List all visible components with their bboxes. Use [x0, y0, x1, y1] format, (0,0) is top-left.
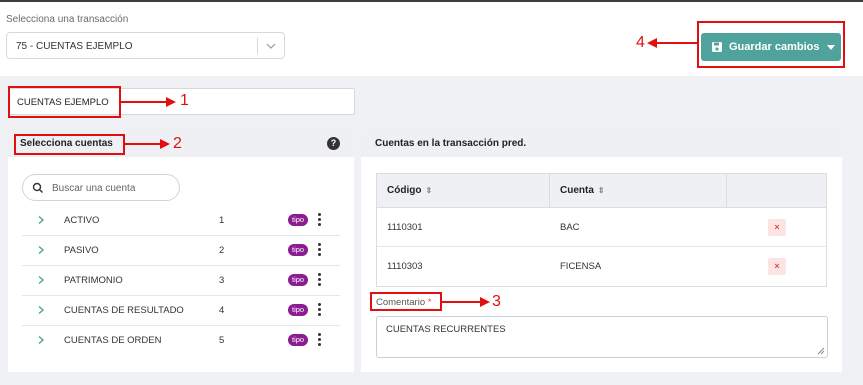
annotation-number-3: 3	[492, 293, 501, 310]
account-number: 3	[219, 275, 225, 286]
transaction-select-label: Selecciona una transacción	[6, 14, 129, 25]
cell-code: 1110301	[387, 222, 423, 233]
account-row[interactable]: ACTIVO 1 tipo	[22, 206, 340, 236]
type-badge[interactable]: tipo	[288, 304, 309, 316]
search-icon	[32, 182, 43, 193]
account-search-input[interactable]: Buscar una cuenta	[22, 174, 180, 201]
accounts-table: Código ⇕ Cuenta ⇕ 1110301 BAC × 1110303 FI…	[376, 173, 827, 287]
account-number: 5	[219, 335, 225, 346]
transaction-select-value: 75 - CUENTAS EJEMPLO	[16, 41, 133, 52]
column-divider	[549, 174, 550, 207]
select-accounts-panel: Selecciona cuentas ? Buscar una cuenta A…	[8, 129, 354, 372]
chevron-down-icon[interactable]	[265, 40, 277, 52]
annotation-number-2: 2	[173, 135, 182, 152]
more-options-icon[interactable]	[318, 273, 322, 287]
account-number: 2	[219, 245, 225, 256]
delete-row-button[interactable]: ×	[768, 258, 786, 275]
type-badge[interactable]: tipo	[288, 244, 309, 256]
chevron-right-icon[interactable]	[36, 215, 46, 225]
comment-value: CUENTAS RECURRENTES	[386, 324, 506, 335]
account-row[interactable]: CUENTAS DE RESULTADO 4 tipo	[22, 296, 340, 326]
account-name: CUENTAS DE ORDEN	[64, 335, 162, 346]
column-header-code[interactable]: Código ⇕	[387, 185, 432, 196]
help-icon[interactable]: ?	[327, 137, 340, 150]
more-options-icon[interactable]	[318, 243, 322, 257]
transaction-accounts-title: Cuentas en la transacción pred.	[375, 138, 527, 149]
account-name: ACTIVO	[64, 215, 100, 226]
annotation-box-2	[14, 134, 125, 155]
resize-handle-icon[interactable]	[817, 347, 825, 355]
annotation-box-3	[370, 292, 442, 311]
type-badge[interactable]: tipo	[288, 274, 309, 286]
transaction-accounts-header: Cuentas en la transacción pred.	[361, 129, 842, 157]
cell-account: BAC	[560, 222, 580, 233]
account-name: CUENTAS DE RESULTADO	[64, 305, 184, 316]
account-row[interactable]: PASIVO 2 tipo	[22, 236, 340, 266]
type-badge[interactable]: tipo	[288, 214, 309, 226]
more-options-icon[interactable]	[318, 333, 322, 347]
more-options-icon[interactable]	[318, 303, 322, 317]
search-placeholder: Buscar una cuenta	[52, 183, 136, 194]
annotation-box-1	[8, 86, 121, 118]
select-divider	[257, 38, 258, 54]
account-number: 4	[219, 305, 225, 316]
account-number: 1	[219, 215, 225, 226]
table-header: Código ⇕ Cuenta ⇕	[377, 174, 826, 208]
sort-icon[interactable]: ⇕	[425, 186, 432, 195]
transaction-select[interactable]: 75 - CUENTAS EJEMPLO	[6, 32, 285, 59]
column-divider	[726, 174, 727, 207]
comment-textarea[interactable]: CUENTAS RECURRENTES	[376, 316, 828, 358]
cell-code: 1110303	[387, 261, 423, 272]
table-row: 1110303 FICENSA ×	[377, 247, 826, 286]
account-name: PASIVO	[64, 245, 99, 256]
chevron-right-icon[interactable]	[36, 245, 46, 255]
account-row[interactable]: PATRIMONIO 3 tipo	[22, 266, 340, 296]
cell-account: FICENSA	[560, 261, 602, 272]
account-row[interactable]: CUENTAS DE ORDEN 5 tipo	[22, 326, 340, 356]
delete-row-button[interactable]: ×	[768, 219, 786, 236]
annotation-box-4	[697, 21, 845, 68]
sort-icon[interactable]: ⇕	[598, 186, 605, 195]
column-header-account[interactable]: Cuenta ⇕	[560, 185, 605, 196]
account-name: PATRIMONIO	[64, 275, 123, 286]
chevron-right-icon[interactable]	[36, 335, 46, 345]
more-options-icon[interactable]	[318, 213, 322, 227]
table-row: 1110301 BAC ×	[377, 208, 826, 247]
transaction-accounts-panel: Cuentas en la transacción pred. Código ⇕ …	[361, 129, 842, 372]
type-badge[interactable]: tipo	[288, 334, 309, 346]
chevron-right-icon[interactable]	[36, 275, 46, 285]
chevron-right-icon[interactable]	[36, 305, 46, 315]
annotation-number-1: 1	[180, 92, 189, 109]
annotation-number-4: 4	[636, 34, 645, 51]
